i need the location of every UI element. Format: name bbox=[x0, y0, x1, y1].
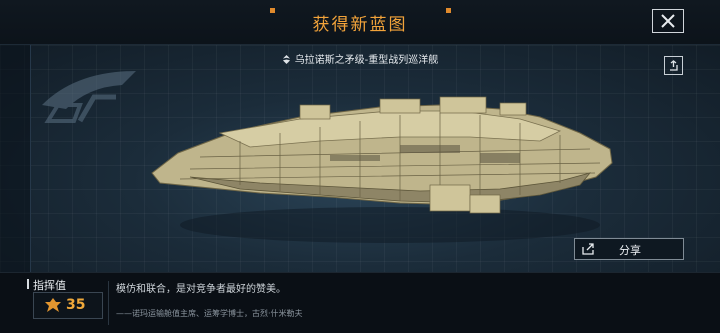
share-button[interactable]: 分享 bbox=[574, 238, 684, 260]
quote-attribution: ——诺玛运输舱值主席、运筹学博士，古烈·什米勒夫 bbox=[116, 309, 303, 318]
close-button[interactable] bbox=[652, 9, 684, 33]
close-icon bbox=[661, 14, 675, 28]
divider bbox=[108, 281, 109, 325]
command-label: 指挥值 bbox=[27, 279, 66, 292]
command-icon bbox=[45, 298, 61, 312]
ship-shadow bbox=[180, 207, 600, 243]
command-value: 35 bbox=[66, 297, 86, 313]
bottom-panel: 指挥值 35 模仿和联合，是对竞争者最好的赞美。 ——诺玛运输舱值主席、运筹学博… bbox=[0, 272, 720, 333]
quote-text: 模仿和联合，是对竞争者最好的赞美。 bbox=[116, 284, 286, 295]
ship-viewport[interactable]: 乌拉诺斯之矛级-重型战列巡洋舰 分享 bbox=[0, 45, 720, 272]
share-button-label: 分享 bbox=[619, 244, 641, 257]
header-bar: 获得新蓝图 bbox=[0, 0, 720, 45]
command-value-box: 35 bbox=[33, 292, 103, 319]
page-title: 获得新蓝图 bbox=[312, 15, 408, 35]
